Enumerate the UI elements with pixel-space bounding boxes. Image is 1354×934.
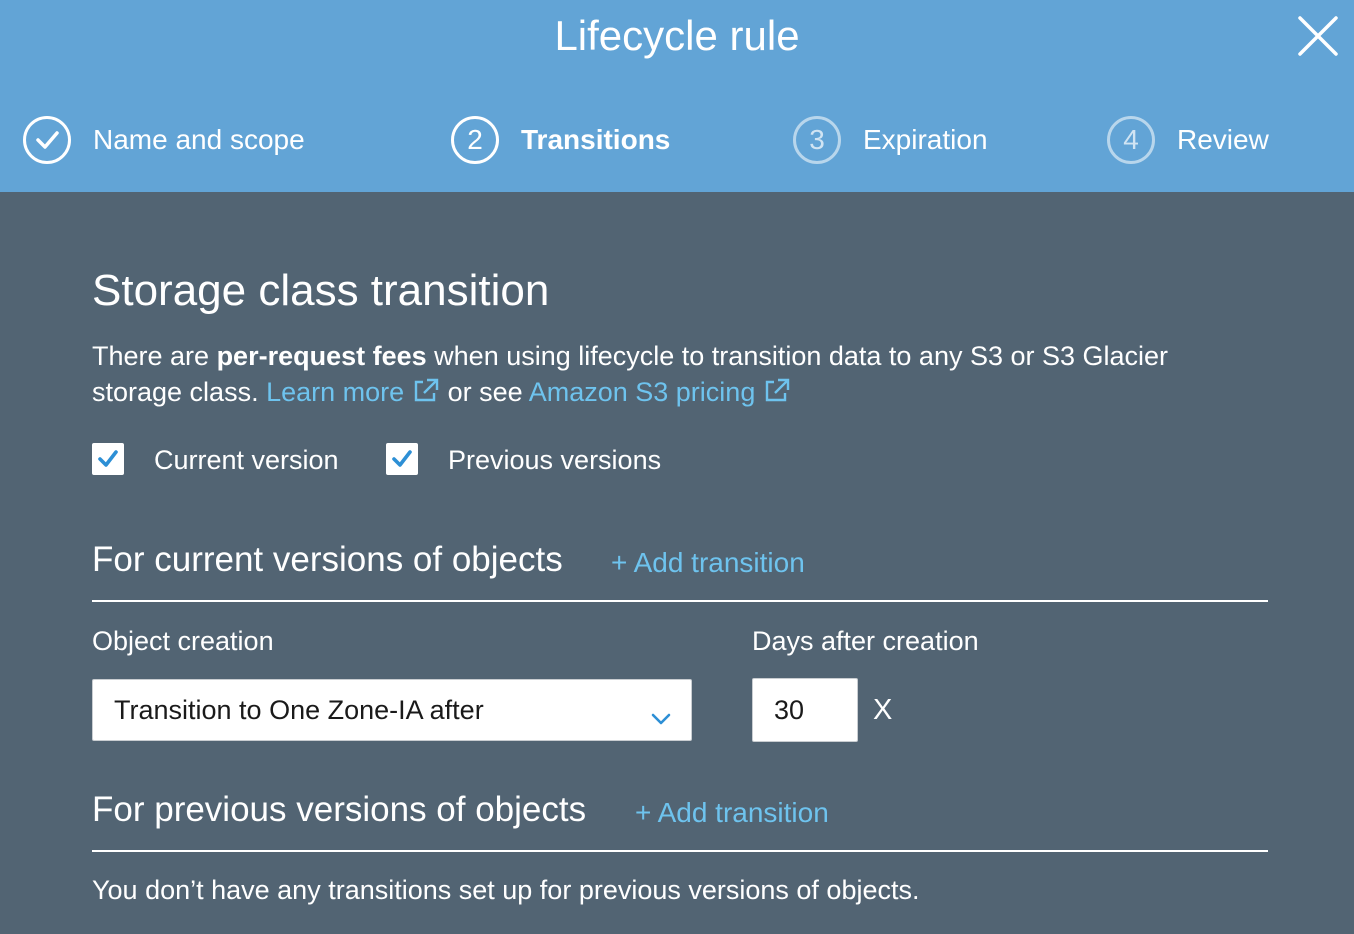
chevron-down-icon xyxy=(651,702,671,733)
step-number-4: 4 xyxy=(1107,116,1155,164)
no-previous-transitions-message: You don’t have any transitions set up fo… xyxy=(92,875,920,905)
add-previous-transition-link[interactable]: + Add transition xyxy=(635,795,829,831)
step-expiration[interactable]: 3 Expiration xyxy=(793,113,988,167)
previous-versions-label[interactable]: Previous versions xyxy=(448,442,661,478)
current-version-label[interactable]: Current version xyxy=(154,442,339,478)
dialog-title: Lifecycle rule xyxy=(554,12,800,59)
section-heading: Storage class transition xyxy=(92,266,550,315)
dialog-header: Lifecycle rule Name and scope 2 Transiti… xyxy=(0,0,1354,192)
current-versions-heading: For current versions of objects xyxy=(92,540,563,579)
external-link-icon xyxy=(412,376,440,412)
step-label: Expiration xyxy=(863,124,988,155)
checkmark-icon xyxy=(23,116,71,164)
step-transitions[interactable]: 2 Transitions xyxy=(451,113,670,167)
step-name-and-scope[interactable]: Name and scope xyxy=(23,113,305,167)
add-current-transition-link[interactable]: + Add transition xyxy=(611,545,805,581)
step-number-2: 2 xyxy=(451,116,499,164)
step-number-3: 3 xyxy=(793,116,841,164)
transition-fees-notice: There are per-request fees when using li… xyxy=(92,338,1262,412)
days-after-creation-input[interactable] xyxy=(752,678,858,742)
select-value: Transition to One Zone-IA after xyxy=(114,694,484,725)
remove-transition-button[interactable]: X xyxy=(873,692,892,728)
step-label: Transitions xyxy=(521,124,671,155)
checkmark-icon xyxy=(98,450,118,467)
transition-storage-class-select[interactable]: Transition to One Zone-IA after xyxy=(92,679,692,741)
object-creation-label: Object creation xyxy=(92,626,274,656)
current-version-checkbox[interactable] xyxy=(92,443,124,475)
intro-bold-text: per-request fees xyxy=(216,341,427,371)
s3-pricing-link[interactable]: Amazon S3 pricing xyxy=(529,377,792,407)
close-icon[interactable] xyxy=(1296,14,1340,58)
checkmark-icon xyxy=(392,450,412,467)
divider xyxy=(92,850,1268,852)
previous-versions-heading: For previous versions of objects xyxy=(92,790,587,829)
step-label: Review xyxy=(1177,124,1269,155)
external-link-icon xyxy=(763,376,791,412)
intro-text: There are xyxy=(92,341,217,371)
previous-versions-checkbox[interactable] xyxy=(386,443,418,475)
learn-more-link[interactable]: Learn more xyxy=(266,377,440,407)
step-label: Name and scope xyxy=(93,124,305,155)
days-after-creation-label: Days after creation xyxy=(752,626,979,656)
step-review[interactable]: 4 Review xyxy=(1107,113,1269,167)
or-see-text: or see xyxy=(440,377,529,407)
divider xyxy=(92,600,1268,602)
